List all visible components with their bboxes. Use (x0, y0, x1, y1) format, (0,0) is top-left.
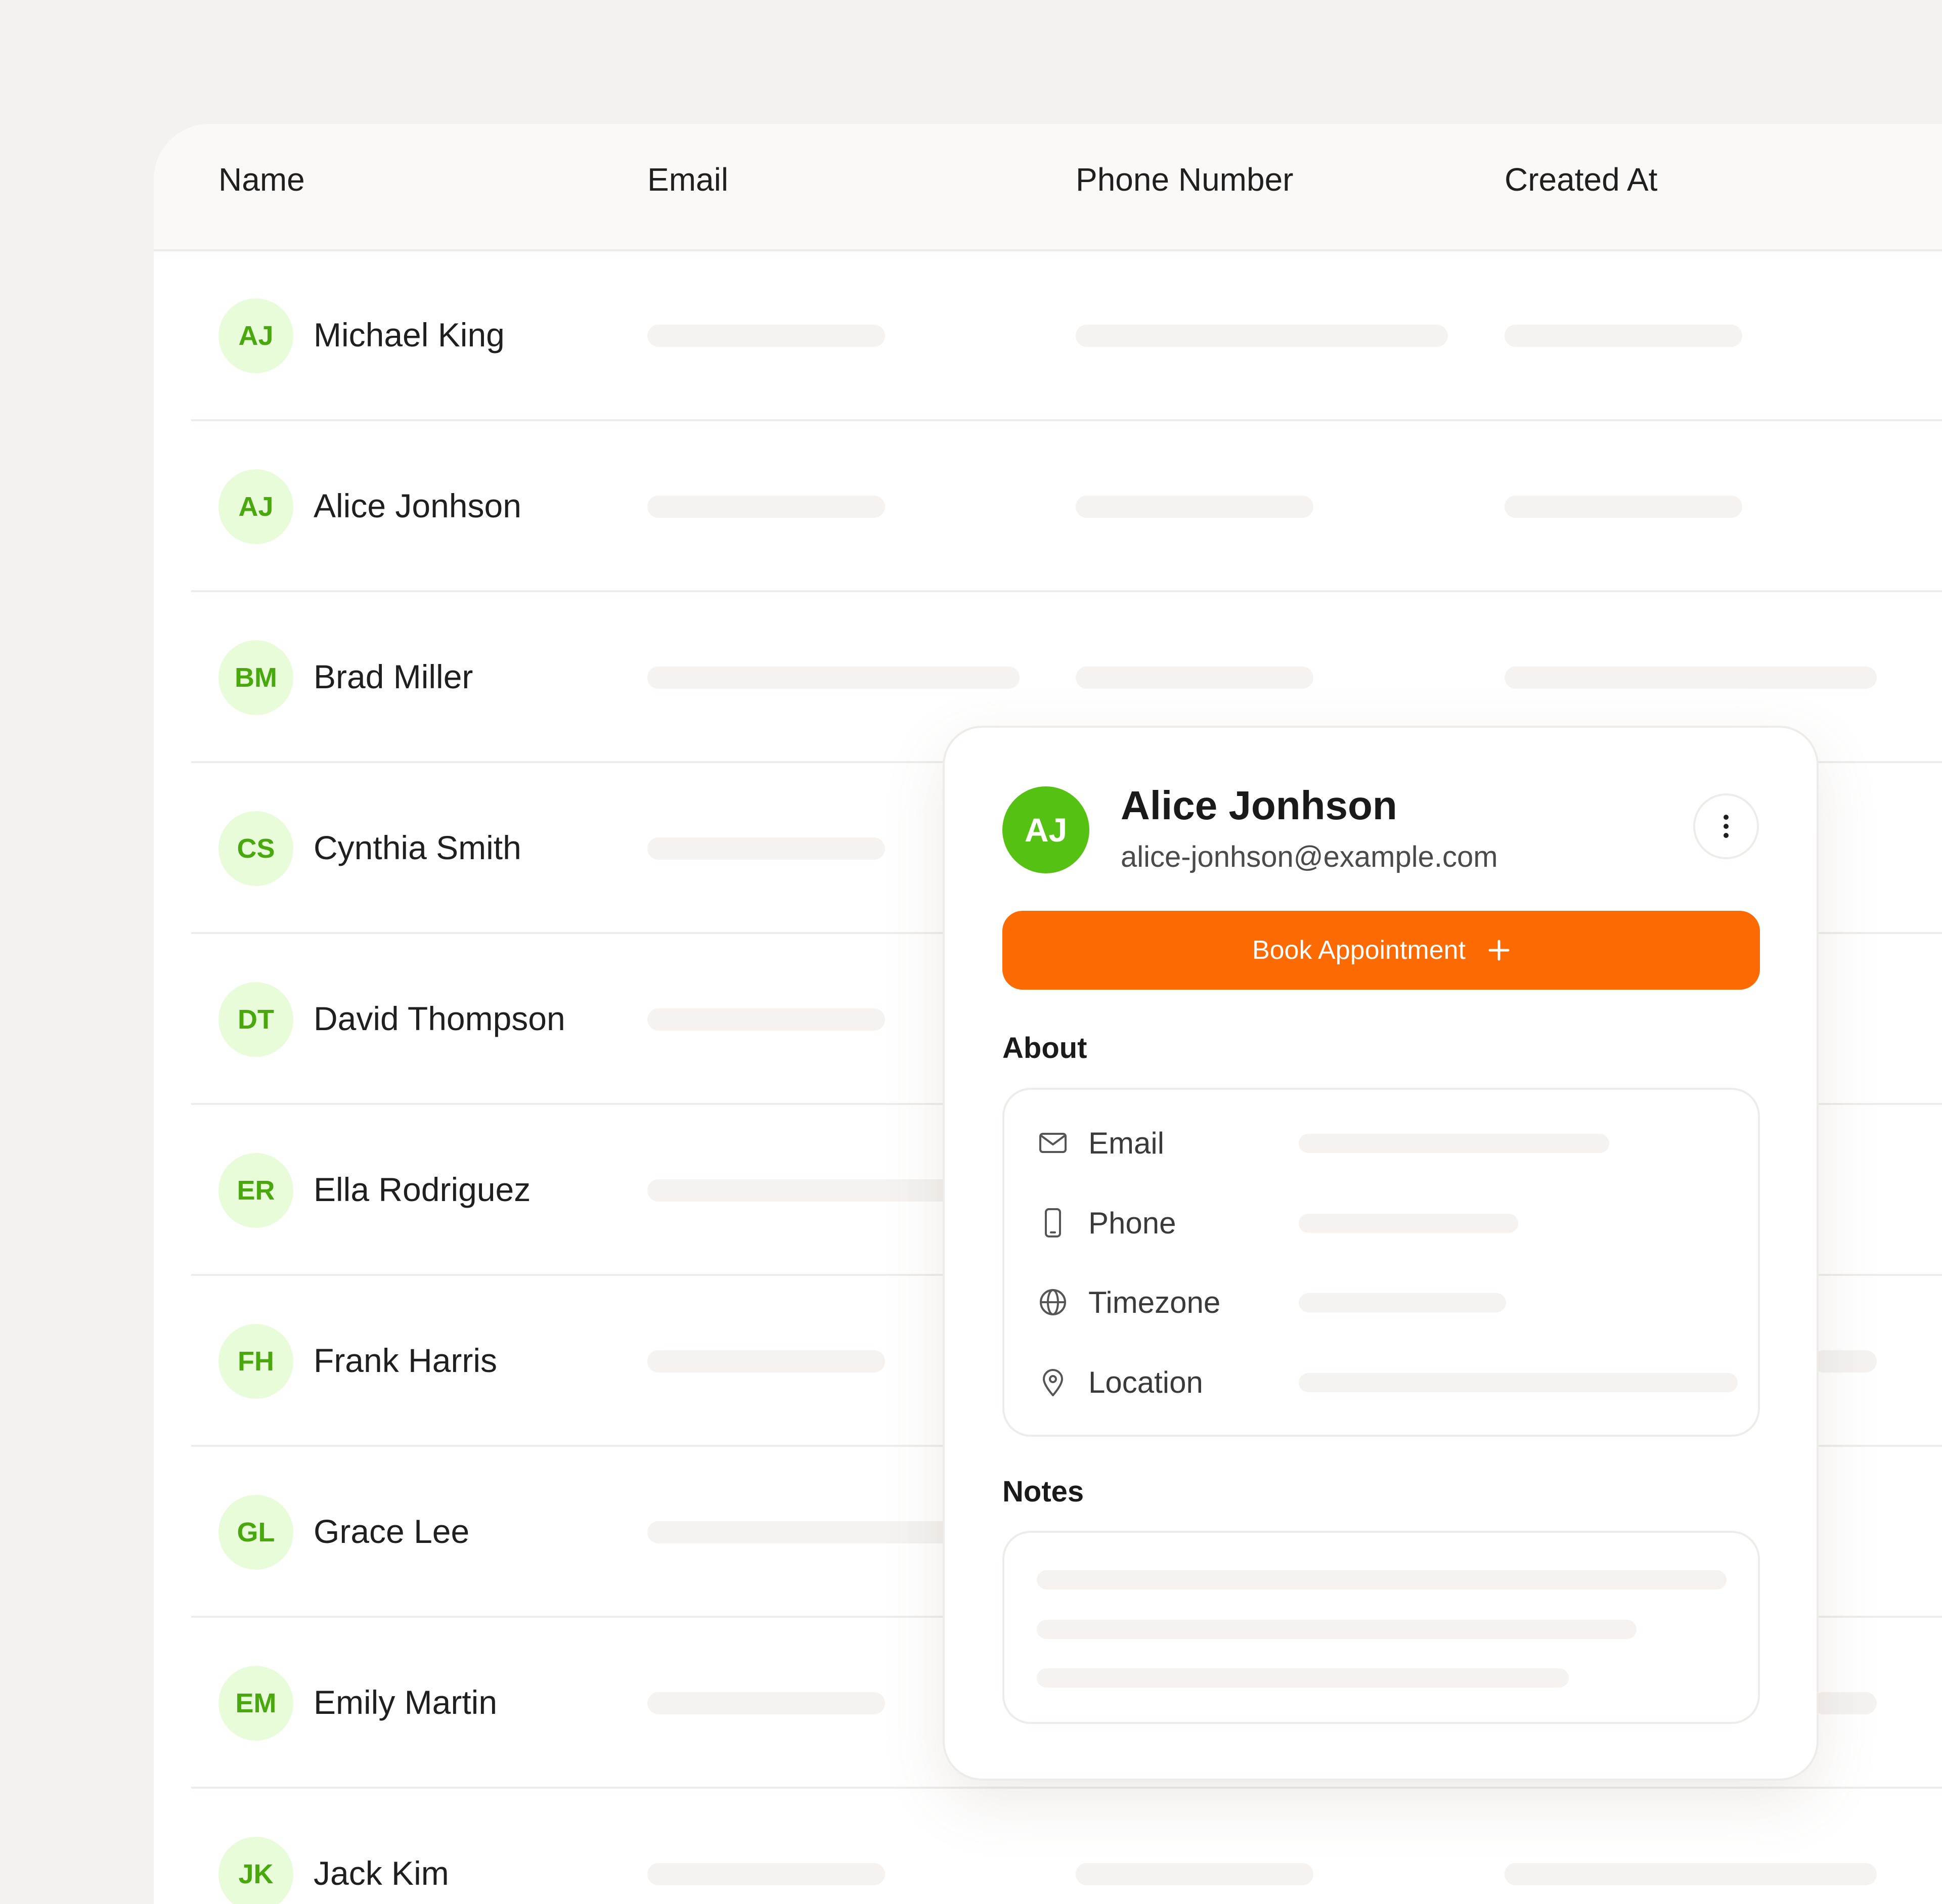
contact-name: Frank Harris (314, 1342, 498, 1379)
phone-placeholder (1076, 1863, 1313, 1885)
created-at-placeholder (1505, 496, 1742, 518)
email-placeholder (647, 325, 885, 347)
contact-name: Alice Jonhson (314, 487, 521, 524)
contact-email[interactable]: alice-jonhson@example.com (1121, 843, 1498, 872)
table-header: Name Email Phone Number Created At (154, 124, 1942, 251)
about-label-phone: Phone (1088, 1206, 1176, 1240)
phone-placeholder (1076, 496, 1313, 518)
mail-icon (1039, 1133, 1067, 1153)
more-options-button[interactable] (1693, 793, 1759, 859)
contact-name: Ella Rodriguez (314, 1171, 531, 1208)
created-at-placeholder (1813, 1692, 1877, 1714)
email-placeholder (647, 496, 885, 518)
about-row-phone: Phone (1038, 1205, 1726, 1241)
about-value-placeholder (1299, 1134, 1609, 1153)
email-placeholder (647, 1350, 885, 1372)
plus-icon (1488, 940, 1510, 961)
contact-name: Michael King (314, 316, 505, 353)
contact-name: Jack Kim (314, 1854, 449, 1892)
contact-name: Grace Lee (314, 1513, 470, 1550)
notes-section-title: Notes (1002, 1475, 1084, 1508)
avatar: AJ (218, 298, 293, 373)
about-row-location: Location (1038, 1364, 1738, 1400)
avatar: BM (218, 640, 293, 715)
column-header-name[interactable]: Name (218, 163, 305, 196)
avatar: ER (218, 1153, 293, 1228)
contact-name: Brad Miller (314, 658, 473, 695)
column-header-email[interactable]: Email (647, 163, 728, 196)
contact-name: Emily Martin (314, 1684, 498, 1721)
contact-detail-card: AJ Alice Jonhson alice-jonhson@example.c… (943, 726, 1819, 1781)
email-placeholder (647, 1692, 885, 1714)
table-row[interactable]: JK Jack Kim (154, 1789, 1942, 1904)
created-at-placeholder (1505, 1863, 1877, 1885)
about-value-placeholder (1299, 1293, 1506, 1312)
about-value-placeholder (1299, 1214, 1518, 1233)
book-appointment-label: Book Appointment (1252, 936, 1466, 965)
phone-placeholder (1076, 325, 1448, 347)
created-at-placeholder (1505, 667, 1877, 689)
book-appointment-button[interactable]: Book Appointment (1002, 911, 1760, 990)
column-header-phone[interactable]: Phone Number (1076, 163, 1293, 196)
about-box: Email Phone Timezone Location (1002, 1088, 1760, 1437)
email-placeholder (647, 667, 1020, 689)
about-value-placeholder (1299, 1373, 1738, 1392)
table-row[interactable]: AJ Michael King (154, 250, 1942, 421)
created-at-placeholder (1813, 1350, 1877, 1372)
contact-avatar: AJ (1002, 786, 1089, 873)
avatar: FH (218, 1324, 293, 1399)
location-pin-icon (1043, 1369, 1063, 1396)
note-line-placeholder (1037, 1570, 1727, 1589)
globe-icon (1040, 1289, 1066, 1315)
phone-placeholder (1076, 667, 1313, 689)
created-at-placeholder (1505, 325, 1742, 347)
avatar: AJ (218, 469, 293, 544)
table-row[interactable]: AJ Alice Jonhson (154, 421, 1942, 592)
note-line-placeholder (1037, 1620, 1637, 1639)
notes-box[interactable] (1002, 1531, 1760, 1724)
note-line-placeholder (1037, 1668, 1569, 1688)
contact-name: David Thompson (314, 1000, 565, 1037)
email-placeholder (647, 1863, 885, 1885)
contact-name: Cynthia Smith (314, 829, 521, 866)
about-label-email: Email (1088, 1126, 1165, 1160)
about-section-title: About (1002, 1032, 1087, 1065)
email-placeholder (647, 1008, 885, 1031)
contact-name-title: Alice Jonhson (1121, 783, 1397, 828)
avatar: JK (218, 1837, 293, 1904)
avatar: EM (218, 1666, 293, 1741)
phone-icon (1045, 1208, 1061, 1237)
column-header-created-at[interactable]: Created At (1505, 163, 1657, 196)
avatar: CS (218, 811, 293, 886)
about-row-email: Email (1038, 1125, 1726, 1161)
about-label-timezone: Timezone (1088, 1286, 1221, 1319)
avatar: DT (218, 982, 293, 1057)
about-row-timezone: Timezone (1038, 1285, 1726, 1320)
more-vertical-icon (1724, 815, 1729, 838)
email-placeholder (647, 837, 885, 860)
avatar: GL (218, 1495, 293, 1570)
about-label-location: Location (1088, 1365, 1203, 1399)
